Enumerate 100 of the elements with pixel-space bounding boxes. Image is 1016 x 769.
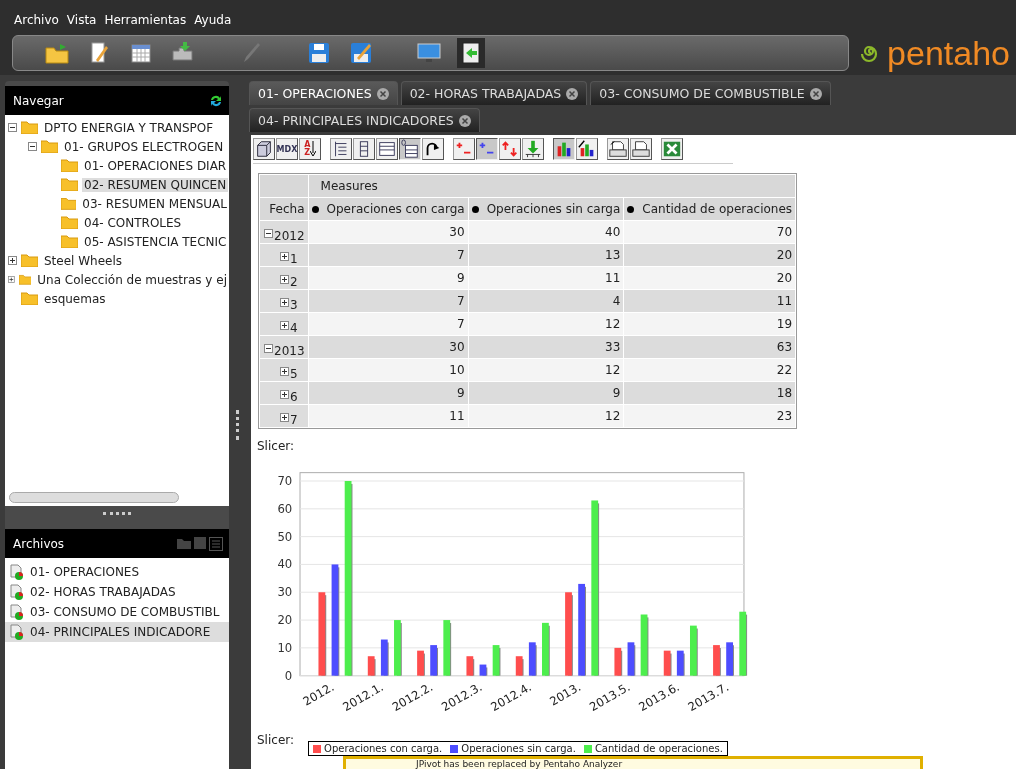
table-button[interactable] bbox=[376, 138, 398, 160]
tree-item[interactable]: 04- CONTROLES bbox=[5, 213, 229, 232]
file-item[interactable]: 03- CONSUMO DE COMBUSTIBL bbox=[5, 602, 229, 622]
scrollbar-thumb[interactable] bbox=[9, 492, 179, 503]
y-tick-label: 20 bbox=[277, 612, 293, 627]
tree-item[interactable]: Una Colección de muestras y ej bbox=[5, 270, 229, 289]
tree-item[interactable]: 01- OPERACIONES DIAR bbox=[5, 156, 229, 175]
plus-minus-button[interactable] bbox=[476, 138, 498, 160]
printer-icon bbox=[631, 139, 651, 159]
row-header: 7 bbox=[260, 405, 308, 427]
table-header: Operaciones sin carga bbox=[468, 198, 624, 220]
close-icon[interactable] bbox=[809, 87, 822, 100]
bar-chart-pencil-button[interactable] bbox=[576, 138, 598, 160]
row-header: 2012 bbox=[260, 221, 308, 243]
collapse-icon[interactable] bbox=[8, 123, 17, 132]
table-cell: 11 bbox=[624, 290, 796, 312]
row-header: 4 bbox=[260, 313, 308, 335]
expand-icon[interactable] bbox=[280, 413, 289, 422]
columns-button[interactable] bbox=[353, 138, 375, 160]
tree-item[interactable]: 02- RESUMEN QUINCEN bbox=[5, 175, 229, 194]
tree-item[interactable]: 01- GRUPOS ELECTROGEN bbox=[5, 137, 229, 156]
bar bbox=[739, 611, 748, 676]
sort-button[interactable]: AZ bbox=[299, 138, 321, 160]
close-icon[interactable] bbox=[458, 114, 471, 127]
tree-item[interactable]: 05- ASISTENCIA TECNIC bbox=[5, 232, 229, 251]
tab[interactable]: 01- OPERACIONES bbox=[249, 81, 398, 105]
swap-arrow-button[interactable] bbox=[422, 138, 444, 160]
expand-icon[interactable] bbox=[8, 256, 17, 265]
printer-settings-button[interactable] bbox=[607, 138, 629, 160]
up-down-arrows-button[interactable] bbox=[499, 138, 521, 160]
table-cell: 12 bbox=[468, 405, 624, 427]
collapse-icon[interactable] bbox=[264, 229, 273, 238]
expand-icon[interactable] bbox=[280, 367, 289, 376]
arrow-down-icon bbox=[309, 141, 316, 157]
printer-button[interactable] bbox=[630, 138, 652, 160]
expand-icon[interactable] bbox=[280, 390, 289, 399]
legend-label: Cantidad de operaciones. bbox=[594, 743, 723, 754]
spreadsheet-x-icon bbox=[662, 139, 682, 159]
table-cell: 30 bbox=[308, 336, 468, 358]
slicer-label: Slicer: bbox=[257, 733, 295, 747]
menu-item[interactable]: Ayuda bbox=[194, 13, 232, 27]
table-cell: 9 bbox=[308, 382, 468, 404]
legend-label: Operaciones sin carga. bbox=[461, 743, 576, 754]
table-cell: 63 bbox=[624, 336, 796, 358]
floppy-icon bbox=[306, 40, 332, 66]
file-item[interactable]: 02- HORAS TRABAJADAS bbox=[5, 582, 229, 602]
report-icon bbox=[10, 563, 25, 581]
expand-icon[interactable] bbox=[280, 298, 289, 307]
folder-icon bbox=[18, 273, 32, 286]
bar-chart-button[interactable] bbox=[553, 138, 575, 160]
report-icon bbox=[10, 623, 25, 641]
tree-list-button[interactable] bbox=[330, 138, 352, 160]
tree-item[interactable]: DPTO ENERGIA Y TRANSPOF bbox=[5, 118, 229, 137]
refresh-icon[interactable] bbox=[209, 93, 223, 108]
mdx-button[interactable]: MDX bbox=[276, 138, 298, 160]
y-tick-label: 50 bbox=[277, 529, 293, 544]
bar bbox=[466, 656, 475, 676]
expand-icon[interactable] bbox=[280, 252, 289, 261]
add-remove-button[interactable] bbox=[453, 138, 475, 160]
tab[interactable]: 02- HORAS TRABAJADAS bbox=[400, 81, 588, 105]
tab[interactable]: 03- CONSUMO DE COMBUSTIBLE bbox=[590, 81, 831, 105]
cube-icon bbox=[254, 139, 274, 159]
table-cell: 12 bbox=[468, 313, 624, 335]
table-header: Operaciones con carga bbox=[308, 198, 468, 220]
table-cell: 11 bbox=[468, 267, 624, 289]
menu-item[interactable]: Vista bbox=[66, 13, 97, 27]
file-item[interactable]: 04- PRINCIPALES INDICADORE bbox=[5, 622, 229, 642]
close-icon[interactable] bbox=[376, 87, 389, 100]
expand-icon[interactable] bbox=[280, 321, 289, 330]
download-arrow-button[interactable] bbox=[522, 138, 544, 160]
cube-button[interactable] bbox=[253, 138, 275, 160]
table-cell: 7 bbox=[308, 244, 468, 266]
printer-settings-icon bbox=[608, 139, 628, 159]
report-icon bbox=[10, 583, 25, 601]
folder-icon bbox=[41, 140, 58, 153]
tree-item-label: 05- ASISTENCIA TECNIC bbox=[83, 234, 228, 249]
menu-item[interactable]: Herramientas bbox=[104, 13, 187, 27]
folder-icon bbox=[61, 159, 78, 172]
tree-item[interactable]: Steel Wheels bbox=[5, 251, 229, 270]
tab[interactable]: 04- PRINCIPALES INDICADORES bbox=[249, 108, 480, 132]
close-icon[interactable] bbox=[566, 87, 579, 100]
file-item[interactable]: 01- OPERACIONES bbox=[5, 562, 229, 582]
collapse-icon[interactable] bbox=[28, 142, 37, 151]
legend-swatch bbox=[583, 744, 592, 753]
tree-item[interactable]: esquemas bbox=[5, 289, 229, 308]
toolbar-button[interactable] bbox=[457, 38, 485, 68]
y-tick-label: 40 bbox=[277, 557, 293, 572]
tree-item[interactable]: 03- RESUMEN MENSUAL bbox=[5, 194, 229, 213]
list-icon[interactable] bbox=[209, 536, 223, 551]
menu-item[interactable]: Archivo bbox=[14, 13, 59, 27]
expand-icon[interactable] bbox=[280, 275, 289, 284]
collapse-icon[interactable] bbox=[264, 344, 273, 353]
bar bbox=[394, 620, 402, 676]
row-header: 5 bbox=[260, 359, 308, 381]
table-zero-button[interactable] bbox=[399, 138, 421, 160]
folder-icon bbox=[61, 235, 78, 248]
spreadsheet-x-button[interactable] bbox=[661, 138, 683, 160]
tree-item-label: Una Colección de muestras y ej bbox=[36, 272, 228, 287]
download-arrow-icon bbox=[523, 139, 543, 159]
expand-icon[interactable] bbox=[8, 275, 15, 284]
